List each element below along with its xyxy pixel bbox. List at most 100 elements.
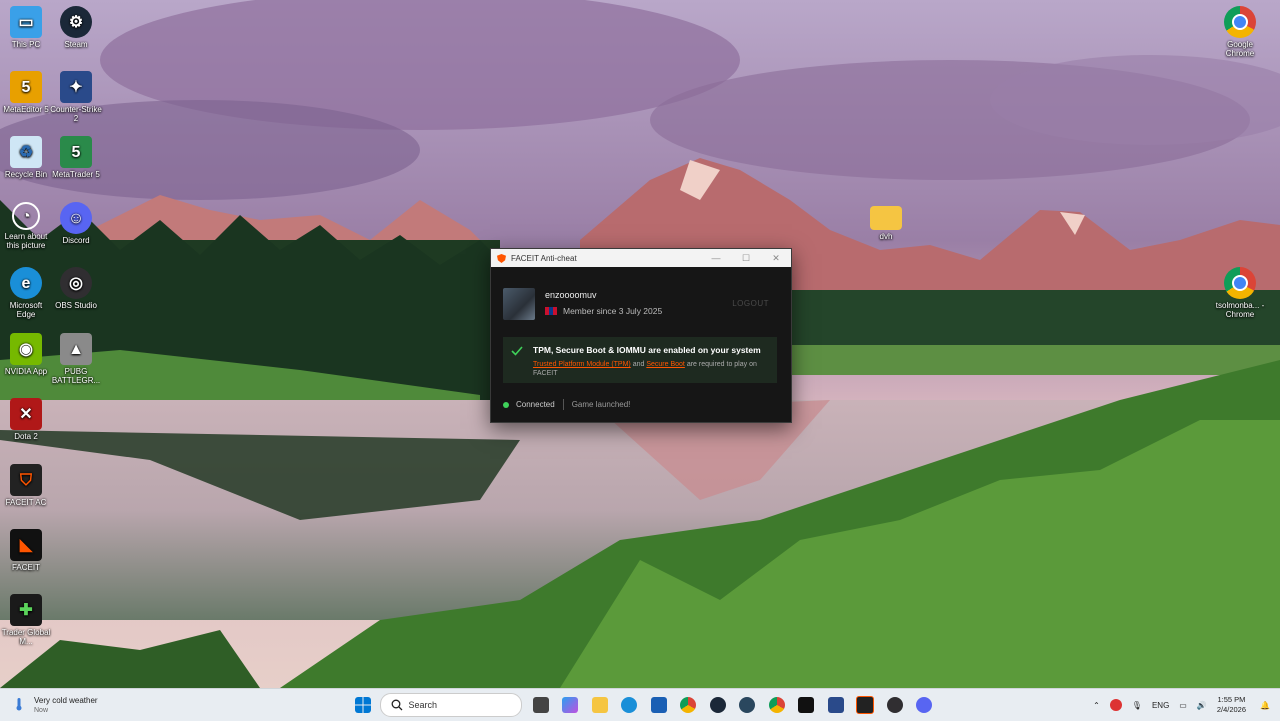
taskbar-faceit[interactable] — [793, 693, 819, 717]
desktop-icon-label: Discord — [62, 236, 90, 245]
chrome-profile-icon — [1224, 267, 1256, 299]
desktop-icon-folder-dvh[interactable]: dvh — [860, 202, 912, 241]
desktop-icon-chrome-profile[interactable]: tsolmonba... - Chrome — [1214, 267, 1266, 319]
chrome-profile-icon — [768, 697, 785, 713]
taskbar-store[interactable] — [646, 693, 672, 717]
desktop-icon-label: OBS Studio — [55, 301, 97, 310]
notifications-bell-icon[interactable]: 🔔 — [1260, 701, 1270, 710]
recycle-bin-icon: ♻ — [10, 136, 42, 168]
start-button[interactable] — [350, 693, 376, 717]
country-flag-icon — [545, 307, 557, 315]
desktop-icon-label: MetaEditor 5 — [3, 105, 49, 114]
desktop-icon-metatrader[interactable]: 5 MetaTrader 5 — [50, 136, 102, 179]
status-divider — [562, 399, 564, 410]
taskbar-file-explorer[interactable] — [587, 693, 613, 717]
discord-icon — [916, 697, 932, 713]
desktop-icon-steam[interactable]: ⚙ Steam — [50, 6, 102, 49]
chrome-icon — [680, 697, 696, 713]
taskbar-faceit-ac[interactable] — [852, 693, 878, 717]
desktop-icon-label: FACEIT AC — [5, 498, 47, 507]
desktop-icon-label: This PC — [11, 40, 41, 49]
desktop-icon-label: Learn about this picture — [4, 232, 48, 250]
desktop-icon-trader[interactable]: ✚ Trader Global M... — [0, 594, 52, 646]
this-pc-icon: ▭ — [10, 6, 42, 38]
metaeditor-icon: 5 — [10, 71, 42, 103]
system-tray: ⌃ 🎙 ENG ▭ 🔊 1:55 PM 2/4/2026 🔔 — [1093, 689, 1280, 721]
desktop-icon-this-pc[interactable]: ▭ This PC — [0, 6, 52, 49]
taskbar-discord[interactable] — [911, 693, 937, 717]
desktop-icon-label: FACEIT — [11, 563, 40, 572]
notice-text-and: and — [630, 361, 647, 368]
desktop-icon-learn-picture[interactable]: ◔ Learn about this picture — [0, 202, 52, 250]
task-view-icon — [532, 697, 549, 713]
desktop-icon-edge[interactable]: e Microsoft Edge — [0, 267, 52, 319]
taskbar-counter-strike[interactable] — [823, 693, 849, 717]
faceit-ac-icon: ⛉ — [10, 464, 42, 496]
clock-date: 2/4/2026 — [1216, 705, 1247, 714]
folder-icon — [870, 206, 902, 230]
window-titlebar[interactable]: FACEIT Anti-cheat — ☐ ✕ — [491, 249, 791, 267]
taskbar-copilot[interactable] — [557, 693, 583, 717]
close-button[interactable]: ✕ — [761, 249, 791, 267]
weather-subtitle: Now — [34, 707, 49, 714]
edge-icon: e — [10, 267, 42, 299]
store-icon — [650, 697, 667, 713]
edge-icon — [621, 697, 637, 713]
desktop-icon-label: Recycle Bin — [4, 170, 48, 179]
copilot-icon — [562, 697, 578, 713]
faceit-icon: ◣ — [10, 529, 42, 561]
desktop-icon-nvidia[interactable]: ◉ NVIDIA App — [0, 333, 52, 376]
minimize-button[interactable]: — — [701, 249, 731, 267]
taskbar: Very cold weather Now Search ⌃ 🎙 ENG ▭ 🔊… — [0, 688, 1280, 721]
volume-icon[interactable]: 🔊 — [1197, 701, 1207, 710]
desktop-icon-label: PUBG BATTLEGR... — [51, 367, 101, 385]
desktop-icon-faceit-ac[interactable]: ⛉ FACEIT AC — [0, 464, 52, 507]
status-game: Game launched! — [571, 400, 631, 409]
faceit-icon — [798, 697, 814, 713]
desktop-icon-label: Trader Global M... — [1, 628, 51, 646]
taskbar-task-view[interactable] — [528, 693, 554, 717]
search-icon — [391, 699, 402, 711]
logout-button[interactable]: LOGOUT — [732, 299, 769, 308]
counter-strike-icon: ✦ — [60, 71, 92, 103]
notice-title: TPM, Secure Boot & IOMMU are enabled on … — [533, 345, 761, 355]
taskbar-steam-2[interactable] — [734, 693, 760, 717]
desktop-icon-discord[interactable]: ☺ Discord — [50, 202, 102, 245]
desktop-icon-obs[interactable]: ◎ OBS Studio — [50, 267, 102, 310]
taskbar-steam[interactable] — [705, 693, 731, 717]
desktop-icon-pubg[interactable]: ▲ PUBG BATTLEGR... — [50, 333, 102, 385]
counter-strike-icon — [827, 697, 844, 713]
search-placeholder: Search — [408, 700, 438, 710]
desktop-icon-chrome[interactable]: Google Chrome — [1214, 6, 1266, 58]
status-bar: Connected Game launched! — [503, 399, 630, 410]
desktop-icon-metaeditor[interactable]: 5 MetaEditor 5 — [0, 71, 52, 114]
weather-widget[interactable]: Very cold weather Now — [12, 693, 122, 717]
microphone-icon[interactable]: 🎙 — [1132, 701, 1142, 710]
desktop-icon-recycle-bin[interactable]: ♻ Recycle Bin — [0, 136, 52, 179]
weather-title: Very cold weather — [34, 696, 98, 705]
taskbar-chrome-profile[interactable] — [764, 693, 790, 717]
tray-app-icon[interactable] — [1109, 699, 1122, 711]
username: enzoooomuv — [545, 290, 597, 300]
clock[interactable]: 1:55 PM 2/4/2026 — [1217, 695, 1246, 715]
connected-dot-icon — [503, 401, 509, 408]
desktop-icon-counter-strike[interactable]: ✦ Counter-Strike 2 — [50, 71, 102, 123]
tpm-link[interactable]: Trusted Platform Module (TPM) — [533, 361, 631, 368]
desktop-icon-faceit[interactable]: ◣ FACEIT — [0, 529, 52, 572]
desktop-icon-label: Steam — [64, 40, 88, 49]
taskbar-edge[interactable] — [616, 693, 642, 717]
chrome-icon — [1224, 6, 1256, 38]
taskbar-search[interactable]: Search — [379, 693, 522, 717]
steam-icon: ⚙ — [60, 6, 92, 38]
maximize-button[interactable]: ☐ — [731, 249, 761, 267]
taskbar-chrome[interactable] — [675, 693, 701, 717]
taskbar-obs[interactable] — [882, 693, 908, 717]
desktop-icon-dota[interactable]: ✕ Dota 2 — [0, 398, 52, 441]
language-indicator[interactable]: ENG — [1152, 701, 1169, 710]
nvidia-icon: ◉ — [10, 333, 42, 365]
learn-picture-icon: ◔ — [12, 202, 40, 230]
tray-overflow-chevron-icon[interactable]: ⌃ — [1093, 701, 1100, 710]
desktop-icon-label: dvh — [879, 232, 893, 241]
network-icon[interactable]: ▭ — [1179, 701, 1187, 710]
secure-boot-link[interactable]: Secure Boot — [646, 361, 685, 368]
